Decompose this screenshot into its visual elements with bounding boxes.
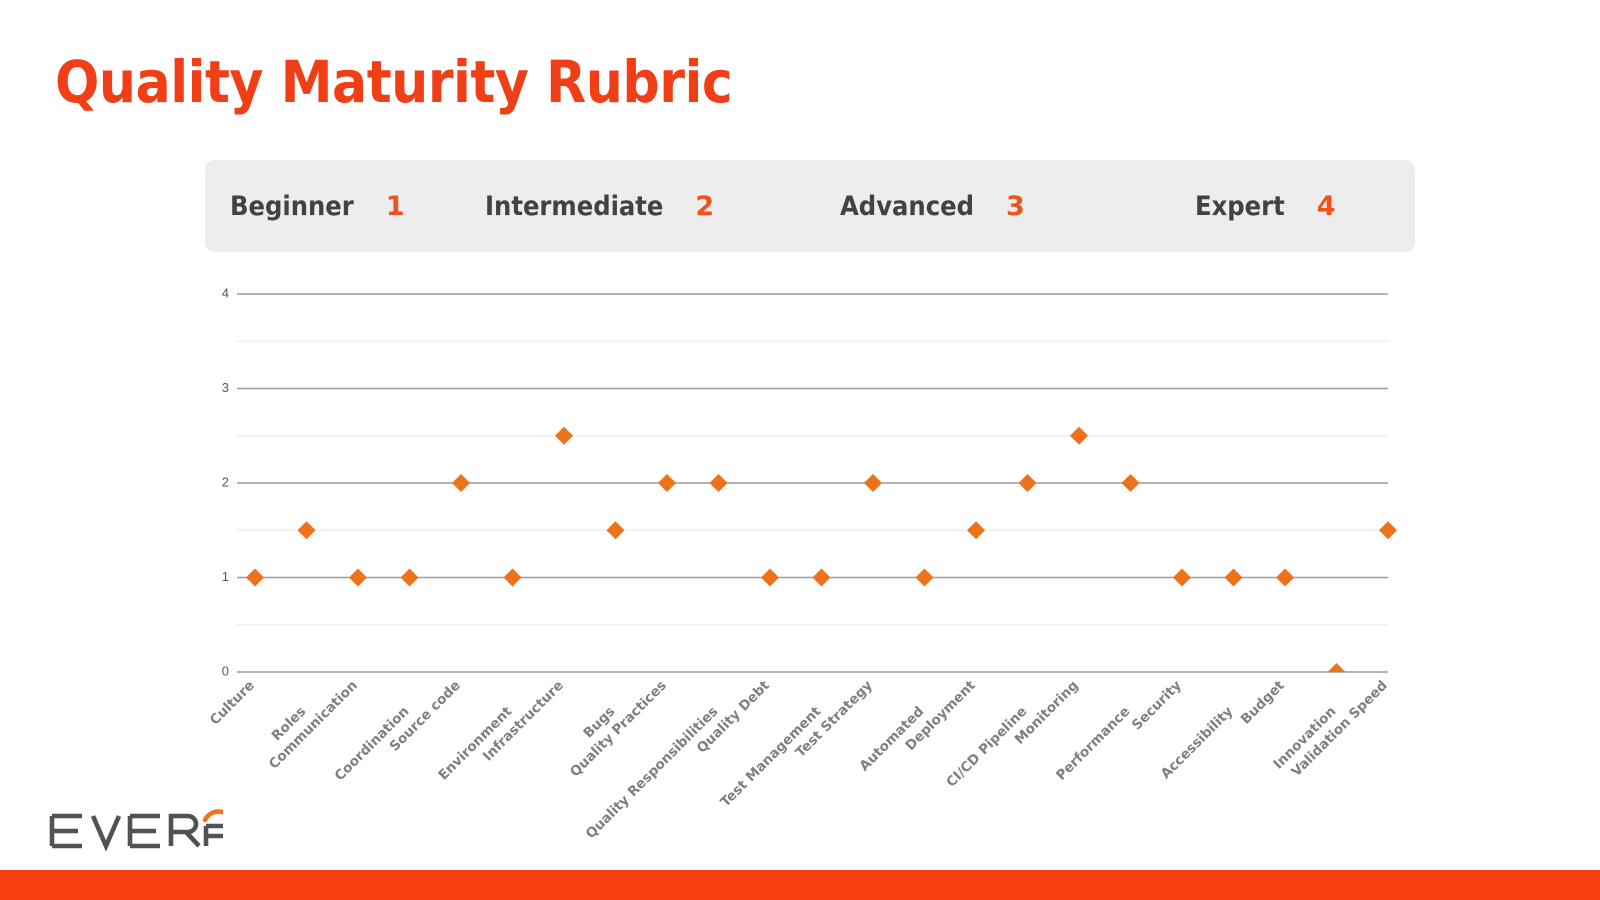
data-point-marker[interactable] [1018, 474, 1037, 492]
data-point-marker[interactable] [864, 474, 882, 492]
data-point-marker[interactable] [1379, 521, 1397, 540]
x-axis-tick-label: CI/CD Pipeline [943, 704, 1030, 791]
data-point-marker[interactable] [1173, 568, 1191, 587]
everfi-arc-icon [202, 809, 223, 823]
footer-accent-bar [0, 870, 1600, 900]
slide-canvas: Quality Maturity Rubric Beginner 1 Inter… [0, 0, 1600, 900]
data-point-marker[interactable] [349, 568, 367, 587]
x-axis-tick-label: Budget [1238, 677, 1288, 727]
data-point-marker[interactable] [503, 568, 522, 587]
data-point-marker[interactable] [915, 568, 934, 587]
x-axis-tick-label: Accessibility [1158, 703, 1237, 782]
y-axis-tick-label: 4 [222, 285, 229, 300]
data-point-marker[interactable] [812, 568, 831, 587]
data-point-marker[interactable] [967, 521, 985, 540]
y-axis-tick-labels: 0 1 2 3 4 [222, 285, 229, 678]
data-point-markers [246, 426, 1397, 681]
data-point-marker[interactable] [606, 521, 625, 540]
everfi-logo: EVERFI [48, 806, 223, 852]
data-point-marker[interactable] [400, 568, 419, 587]
data-point-marker[interactable] [709, 474, 728, 492]
data-point-marker[interactable] [452, 474, 470, 492]
y-axis-tick-label: 1 [222, 569, 229, 584]
data-point-marker[interactable] [555, 426, 573, 445]
data-point-marker[interactable] [1121, 474, 1140, 492]
major-gridlines [237, 293, 1388, 673]
x-axis-tick-label: Security [1129, 677, 1185, 733]
y-axis-tick-label: 0 [222, 663, 229, 678]
everfi-logo-mark [49, 809, 223, 852]
data-point-marker[interactable] [1276, 568, 1294, 587]
data-point-marker[interactable] [761, 568, 779, 587]
x-axis-tick-label: Performance [1053, 704, 1133, 784]
data-point-marker[interactable] [658, 474, 676, 492]
y-axis-tick-label: 2 [222, 474, 229, 489]
data-point-marker[interactable] [297, 521, 316, 540]
data-point-marker[interactable] [1224, 568, 1243, 587]
y-axis-tick-label: 3 [222, 380, 229, 395]
maturity-scatter-chart: 0 1 2 3 4 Culture Roles Communication Coordinat… [0, 0, 1600, 900]
x-axis-tick-label: Culture [207, 678, 258, 729]
data-point-marker[interactable] [1070, 426, 1088, 445]
data-point-marker[interactable] [1327, 663, 1346, 681]
x-axis-tick-labels: Culture RolesCommunicationCoordinationSou… [207, 677, 1391, 842]
data-point-marker[interactable] [246, 568, 264, 587]
